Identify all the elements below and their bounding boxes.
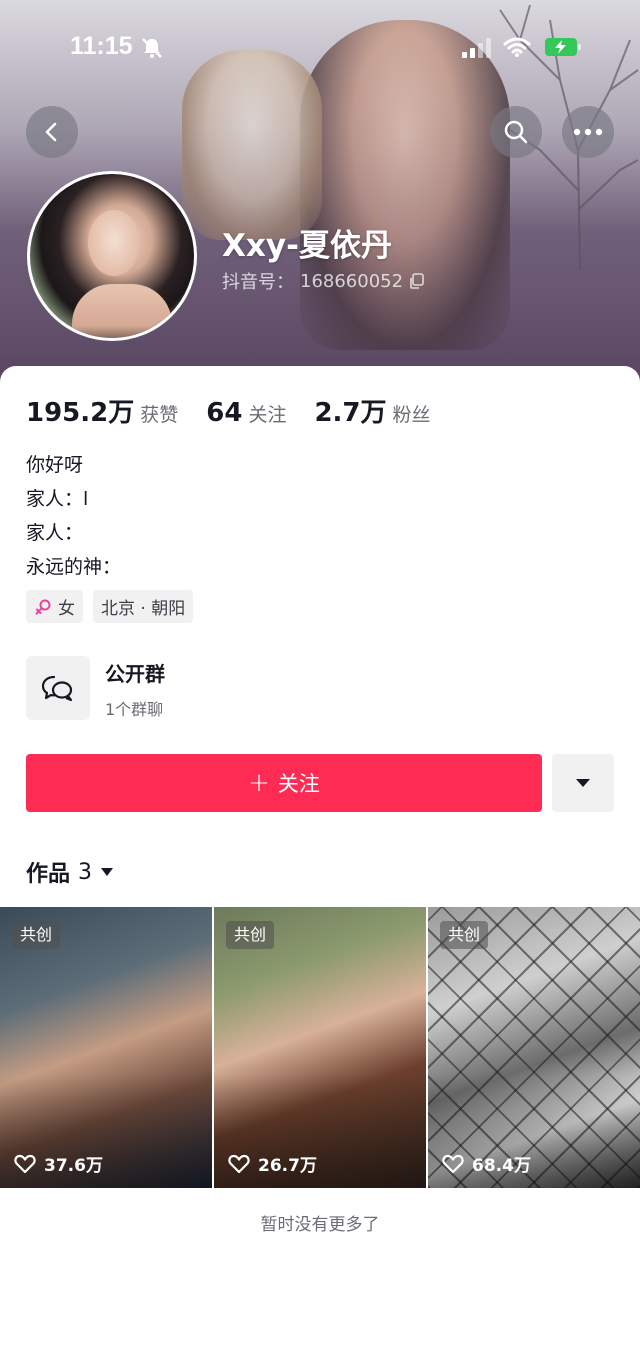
bio-line: 你好呀	[26, 454, 84, 476]
stat-following[interactable]: 64 关注	[206, 398, 286, 428]
video-thumbnail[interactable]: 共创 26.7万	[214, 907, 426, 1188]
video-likes: 26.7万	[228, 1151, 317, 1176]
video-likes: 37.6万	[14, 1151, 103, 1176]
chat-bubbles-icon	[41, 675, 73, 702]
follow-button[interactable]: + 关注	[26, 754, 542, 812]
video-grid: 共创 37.6万 共创 26.7万 共创 68.4万	[0, 907, 640, 1188]
video-thumbnail[interactable]: 共创 37.6万	[0, 907, 212, 1188]
wifi-icon	[503, 37, 531, 57]
battery-charging-icon	[545, 38, 581, 56]
bell-muted-icon	[142, 38, 162, 58]
avatar-figure-body	[72, 284, 172, 338]
search-icon	[504, 120, 528, 144]
co-creation-badge: 共创	[12, 921, 61, 949]
tab-works-label: 作品	[26, 862, 71, 887]
group-chat-button[interactable]	[26, 656, 90, 720]
location-tag-label: 北京 · 朝阳	[101, 599, 186, 619]
more-options-button[interactable]	[562, 106, 614, 158]
video-likes-count: 26.7万	[258, 1156, 317, 1176]
location-tag: 北京 · 朝阳	[93, 590, 194, 623]
video-likes-count: 37.6万	[44, 1156, 103, 1176]
stat-likes[interactable]: 195.2万 获赞	[26, 392, 178, 429]
co-creation-badge: 共创	[440, 921, 489, 949]
gender-tag-label: 女	[58, 599, 75, 619]
search-button[interactable]	[490, 106, 542, 158]
back-button[interactable]	[26, 106, 78, 158]
bio-line: 家人：	[26, 522, 84, 544]
stat-followers[interactable]: 2.7万 粉丝	[314, 392, 430, 429]
douyin-id-value: 168660052	[300, 270, 404, 292]
recommend-dropdown-button[interactable]	[552, 754, 614, 812]
caret-down-icon	[101, 868, 114, 876]
tab-works-count: 3	[78, 859, 93, 885]
stat-following-label: 关注	[248, 404, 287, 426]
video-thumbnail[interactable]: 共创 68.4万	[428, 907, 640, 1188]
stat-following-value: 64	[206, 398, 243, 428]
status-bar: 11:15	[0, 0, 640, 90]
stat-followers-label: 粉丝	[392, 404, 431, 426]
video-likes: 68.4万	[442, 1151, 531, 1176]
thumbnail-shade	[0, 907, 212, 1188]
stat-followers-value: 2.7万	[314, 398, 387, 428]
stats-row: 195.2万 获赞 64 关注 2.7万 粉丝	[26, 392, 459, 429]
bio: 你好呀 家人：l 家人： 永远的神：	[26, 448, 121, 584]
more-dots-icon	[573, 128, 603, 136]
stat-likes-value: 195.2万	[26, 398, 135, 428]
avatar-figure-face	[88, 210, 140, 276]
group-chat-title[interactable]: 公开群	[105, 658, 165, 687]
stat-likes-label: 获赞	[140, 404, 179, 426]
douyin-id-label: 抖音号：	[222, 272, 294, 293]
tab-works[interactable]: 作品 3	[26, 856, 114, 888]
heart-icon	[228, 1154, 250, 1173]
bio-line: 家人：l	[26, 488, 89, 510]
group-chat-subtitle: 1个群聊	[105, 700, 164, 719]
female-icon	[35, 599, 51, 614]
thumbnail-shade	[214, 907, 426, 1188]
thumbnail-shade	[428, 907, 640, 1188]
bio-line: 永远的神：	[26, 556, 122, 578]
no-more-content-text: 暂时没有更多了	[260, 1215, 380, 1235]
avatar[interactable]	[27, 171, 197, 341]
video-likes-count: 68.4万	[472, 1156, 531, 1176]
caret-down-icon	[576, 779, 590, 787]
heart-icon	[442, 1154, 464, 1173]
douyin-id[interactable]: 抖音号： 168660052	[222, 268, 425, 294]
status-time: 11:15	[70, 32, 133, 60]
signal-icon	[462, 38, 491, 58]
plus-icon: +	[248, 768, 270, 798]
follow-button-label: 关注	[277, 772, 320, 796]
copy-icon[interactable]	[409, 273, 425, 289]
gender-tag: 女	[26, 590, 83, 623]
chevron-left-icon	[45, 122, 57, 142]
profile-tags: 女 北京 · 朝阳	[26, 590, 194, 623]
heart-icon	[14, 1154, 36, 1173]
co-creation-badge: 共创	[226, 921, 275, 949]
username: Xxy-夏依丹	[222, 228, 392, 264]
